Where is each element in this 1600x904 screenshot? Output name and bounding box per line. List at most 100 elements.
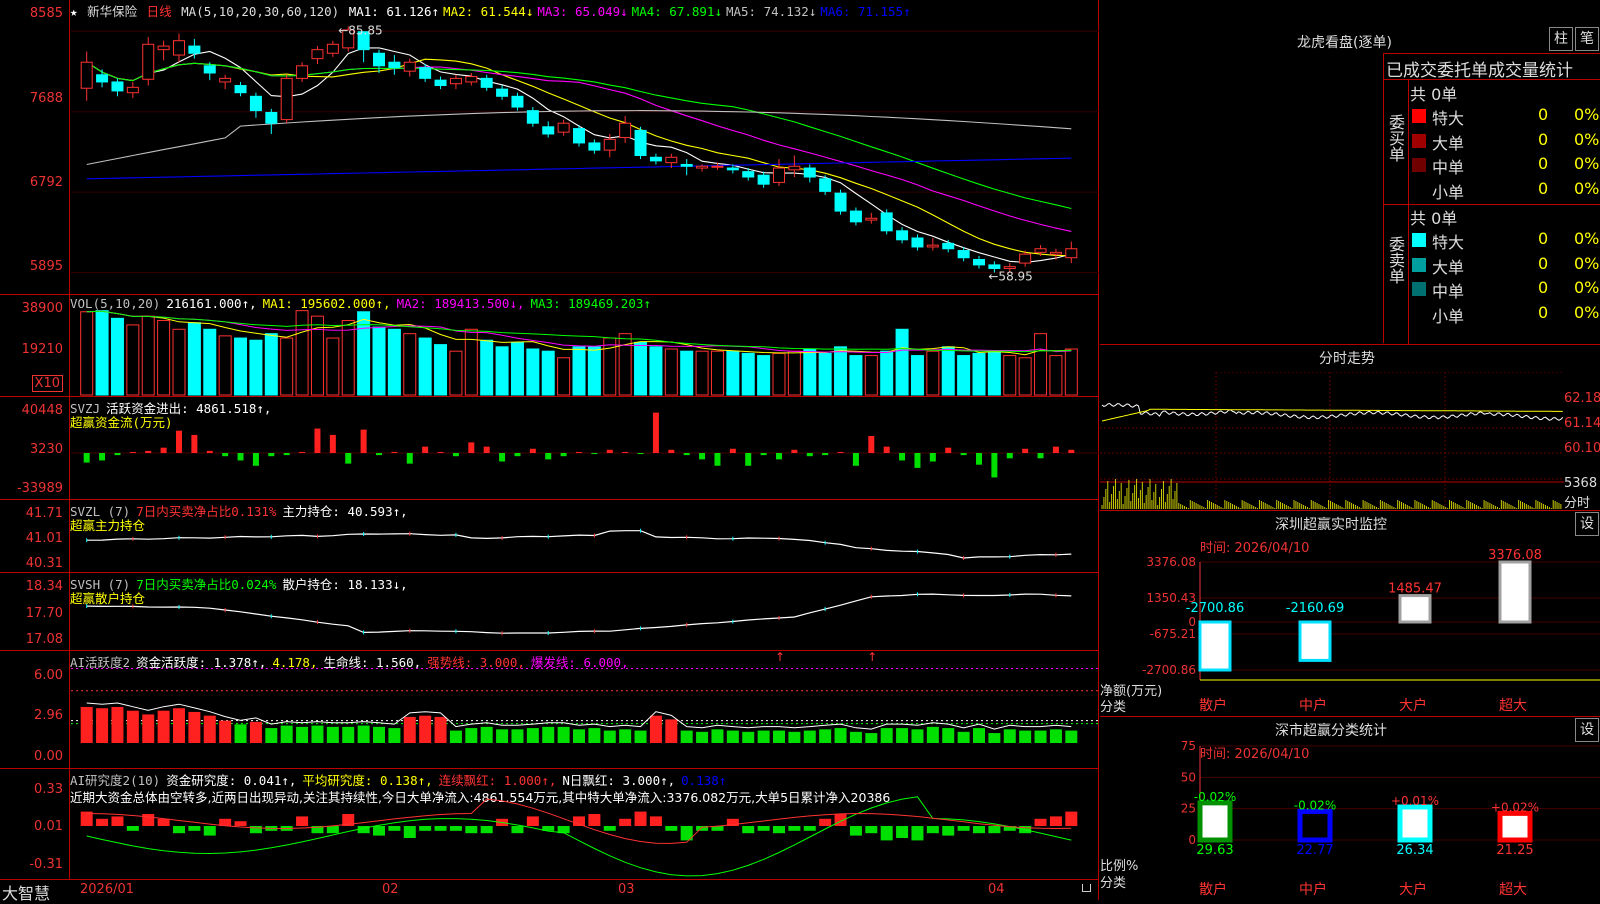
activity-bar bbox=[880, 728, 893, 743]
monitor-y-tick: 3376.08 bbox=[1146, 555, 1196, 569]
ai-research-pane[interactable]: 0.33 0.01 -0.31 AI研究度2(10) 资金研究度: 0.041↑,… bbox=[0, 769, 1099, 880]
chart-area[interactable]: 8585 7688 6792 5895 ★ 新华保险 日线 MA(5,10,20… bbox=[0, 0, 1099, 903]
flow-bar bbox=[283, 453, 290, 456]
volume-bar bbox=[603, 337, 617, 396]
longhu-tabs[interactable]: 已成交委托单成交量统计 bbox=[1386, 56, 1573, 81]
activity-bar bbox=[542, 726, 555, 743]
activity-bar bbox=[849, 731, 862, 743]
candle-body bbox=[434, 79, 447, 87]
research-bar bbox=[911, 826, 924, 841]
candle-body bbox=[803, 167, 816, 178]
research-bar bbox=[434, 826, 447, 831]
candle-body bbox=[988, 264, 1001, 269]
sz-classify-panel[interactable]: 深市超赢分类统计 设 时间: 2026/04/10 比例% 分类 75 50 25 0… bbox=[1100, 718, 1600, 900]
svsh-pane[interactable]: 18.34 17.70 17.08 SVSH (7) 7日内买卖净占比0.024%… bbox=[0, 573, 1099, 651]
research-bar bbox=[988, 826, 1001, 834]
candle-body bbox=[573, 128, 585, 144]
volume-bar bbox=[926, 350, 940, 396]
flow-bar bbox=[529, 448, 536, 453]
candle-body bbox=[665, 156, 678, 164]
activity-bar bbox=[603, 730, 616, 743]
price-line bbox=[1101, 402, 1564, 421]
candle-body bbox=[326, 43, 339, 54]
color-swatch bbox=[1412, 257, 1426, 272]
candle-body bbox=[957, 250, 970, 259]
classify-value: 22.77 bbox=[1296, 843, 1333, 858]
flow-bar bbox=[1006, 453, 1013, 459]
price-tick: 6792 bbox=[29, 175, 63, 190]
activity-bar bbox=[973, 728, 985, 743]
activity-bar bbox=[511, 729, 524, 743]
research-bar bbox=[465, 826, 478, 834]
research-bar bbox=[742, 826, 755, 834]
intraday-panel[interactable]: 分时走势 62.18 61.14 60.10 5368 分时 bbox=[1100, 346, 1600, 511]
research-bar bbox=[449, 826, 462, 831]
date-label: 04 bbox=[988, 882, 1005, 897]
volume-bar bbox=[757, 355, 771, 396]
flow-bar bbox=[252, 453, 259, 466]
longhu-panel[interactable]: 龙虎看盘(逐单) 柱 笔 已成交委托单成交量统计 委买单 共 0单 特大 0 0% 大… bbox=[1100, 0, 1600, 345]
bar-mode-button[interactable]: 柱 bbox=[1549, 27, 1573, 51]
time-axis: 大智慧 2026/01 02 03 04 bbox=[0, 880, 1099, 903]
ai-research-tick: 0.33 bbox=[34, 782, 63, 797]
svsh-tick: 18.34 bbox=[25, 579, 63, 594]
activity-bar bbox=[434, 716, 447, 743]
activity-bar bbox=[788, 731, 801, 743]
research-bar bbox=[619, 818, 632, 826]
svzj-tick: -33989 bbox=[16, 481, 63, 496]
research-bar bbox=[1034, 818, 1047, 826]
flow-bar bbox=[114, 453, 121, 456]
tab-divider bbox=[1384, 79, 1600, 80]
classify-bar bbox=[1497, 810, 1533, 843]
research-bar bbox=[803, 826, 816, 831]
research-bar bbox=[203, 826, 216, 836]
sz-monitor-chart[interactable]: 3376.081350.430-675.21-2700.86-2700.86散户… bbox=[1100, 512, 1600, 716]
ai-active-pane[interactable]: 6.00 2.96 0.00 AI活跃度2 资金活跃度: 1.378↑, 4.178… bbox=[0, 651, 1099, 769]
tick-mode-button[interactable]: 笔 bbox=[1575, 27, 1599, 51]
candle-body bbox=[280, 77, 293, 121]
volume-bar bbox=[372, 326, 386, 396]
flow-bar bbox=[514, 453, 521, 457]
research-bar bbox=[296, 816, 309, 826]
right-panel: 龙虎看盘(逐单) 柱 笔 已成交委托单成交量统计 委买单 共 0单 特大 0 0% 大… bbox=[1100, 0, 1600, 900]
research-line bbox=[86, 796, 1072, 877]
activity-bar bbox=[665, 719, 678, 743]
classify-y-tick: 0 bbox=[1188, 833, 1196, 847]
flow-bar bbox=[1052, 446, 1059, 453]
volume-bar bbox=[787, 350, 801, 396]
row-pct: 0% bbox=[1574, 154, 1600, 173]
classify-category: 中户 bbox=[1299, 881, 1327, 898]
intraday-chart[interactable] bbox=[1100, 372, 1564, 510]
volume-bar bbox=[249, 339, 263, 396]
monitor-category: 散户 bbox=[1199, 697, 1227, 714]
candle-body bbox=[1065, 248, 1078, 259]
research-bar bbox=[926, 826, 939, 834]
lock-icon[interactable] bbox=[1082, 884, 1091, 892]
flow-bar bbox=[822, 453, 829, 456]
kline-chart[interactable]: ←85.85 ←58.95 bbox=[71, 0, 1099, 294]
sz-classify-chart[interactable]: 7550250-0.02%29.63散户-0.02%22.77中户+0.01%2… bbox=[1100, 718, 1600, 900]
sz-monitor-panel[interactable]: 深圳超赢实时监控 设 时间: 2026/04/10 净额(万元) 分类 3376… bbox=[1100, 512, 1600, 717]
flow-bar bbox=[299, 451, 306, 453]
svzj-pane[interactable]: 40448 3230 -33989 SVZJ 活跃资金进出: 4861.518↑,… bbox=[0, 397, 1099, 500]
kline-pane[interactable]: 8585 7688 6792 5895 ★ 新华保险 日线 MA(5,10,20… bbox=[0, 0, 1099, 295]
ai-research-chart[interactable] bbox=[71, 769, 1099, 879]
volume-chart[interactable] bbox=[71, 295, 1099, 396]
svsh-chart[interactable] bbox=[71, 573, 1099, 650]
color-swatch bbox=[1412, 109, 1426, 123]
candle-body bbox=[203, 65, 216, 74]
research-bar bbox=[1049, 816, 1062, 826]
volume-pane[interactable]: 38900 19210 X10 VOL(5,10,20) 216161.000↑,… bbox=[0, 295, 1099, 397]
ai-active-chart[interactable]: ↑ ↑ bbox=[71, 651, 1099, 768]
candle-body bbox=[465, 76, 478, 83]
flow-bar bbox=[191, 434, 198, 453]
svzj-chart[interactable] bbox=[71, 397, 1099, 499]
activity-bar bbox=[188, 711, 201, 743]
candle-body bbox=[449, 77, 462, 85]
svzl-chart[interactable] bbox=[71, 500, 1099, 572]
volume-unit[interactable]: X10 bbox=[31, 375, 63, 392]
svzl-pane[interactable]: 41.71 41.01 40.31 SVZL (7) 7日内买卖净占比0.131%… bbox=[0, 500, 1099, 573]
intraday-title: 分时走势 bbox=[1319, 351, 1375, 367]
price-axis: 8585 7688 6792 5895 bbox=[0, 0, 70, 294]
row-label: 中单 bbox=[1432, 282, 1465, 301]
